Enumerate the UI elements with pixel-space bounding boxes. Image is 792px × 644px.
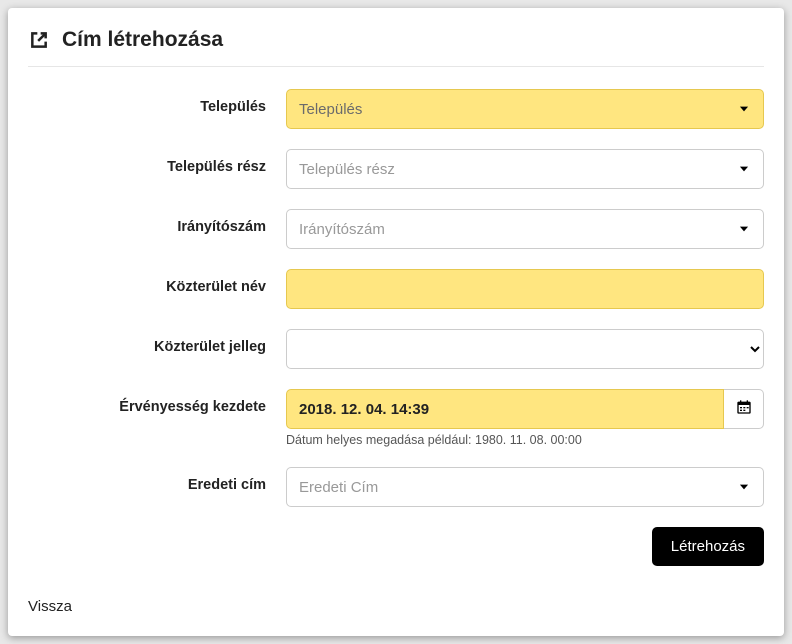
select-placeholder: Település [299,101,737,118]
select-placeholder: Település rész [299,161,737,178]
select-iranyitoszam[interactable]: Irányítószám [286,209,764,249]
row-kozterulet-jelleg: Közterület jelleg [28,329,764,369]
select-kozterulet-jelleg[interactable] [286,329,764,369]
select-placeholder: Eredeti Cím [299,479,737,496]
label-iranyitoszam: Irányítószám [28,209,286,235]
row-iranyitoszam: Irányítószám Irányítószám [28,209,764,249]
label-telepules: Település [28,89,286,115]
chevron-down-icon [737,162,751,176]
back-link[interactable]: Vissza [28,598,72,615]
label-ervenyesseg: Érvényesség kezdete [28,389,286,415]
external-link-icon [28,29,50,51]
chevron-down-icon [737,222,751,236]
select-eredeti-cim[interactable]: Eredeti Cím [286,467,764,507]
actions-bar: Létrehozás [28,527,764,566]
chevron-down-icon [737,480,751,494]
calendar-button[interactable] [724,389,764,429]
select-placeholder: Irányítószám [299,221,737,238]
modal-header: Cím létrehozása [28,28,764,67]
label-kozterulet-nev: Közterület név [28,269,286,295]
row-eredeti-cim: Eredeti cím Eredeti Cím [28,467,764,507]
label-kozterulet-jelleg: Közterület jelleg [28,329,286,355]
date-value: 2018. 12. 04. 14:39 [299,401,429,418]
chevron-down-icon [737,102,751,116]
modal-title: Cím létrehozása [62,28,223,52]
label-telepules-resz: Település rész [28,149,286,175]
create-button[interactable]: Létrehozás [652,527,764,566]
create-address-modal: Cím létrehozása Település Település Tele… [8,8,784,636]
label-eredeti-cim: Eredeti cím [28,467,286,493]
row-telepules-resz: Település rész Település rész [28,149,764,189]
calendar-icon [736,399,752,420]
row-ervenyesseg: Érvényesség kezdete 2018. 12. 04. 14:39 [28,389,764,447]
select-telepules[interactable]: Település [286,89,764,129]
date-hint: Dátum helyes megadása például: 1980. 11.… [286,433,764,447]
input-ervenyesseg-date[interactable]: 2018. 12. 04. 14:39 [286,389,724,429]
row-kozterulet-nev: Közterület név [28,269,764,309]
select-telepules-resz[interactable]: Település rész [286,149,764,189]
input-kozterulet-nev[interactable] [286,269,764,309]
row-telepules: Település Település [28,89,764,129]
